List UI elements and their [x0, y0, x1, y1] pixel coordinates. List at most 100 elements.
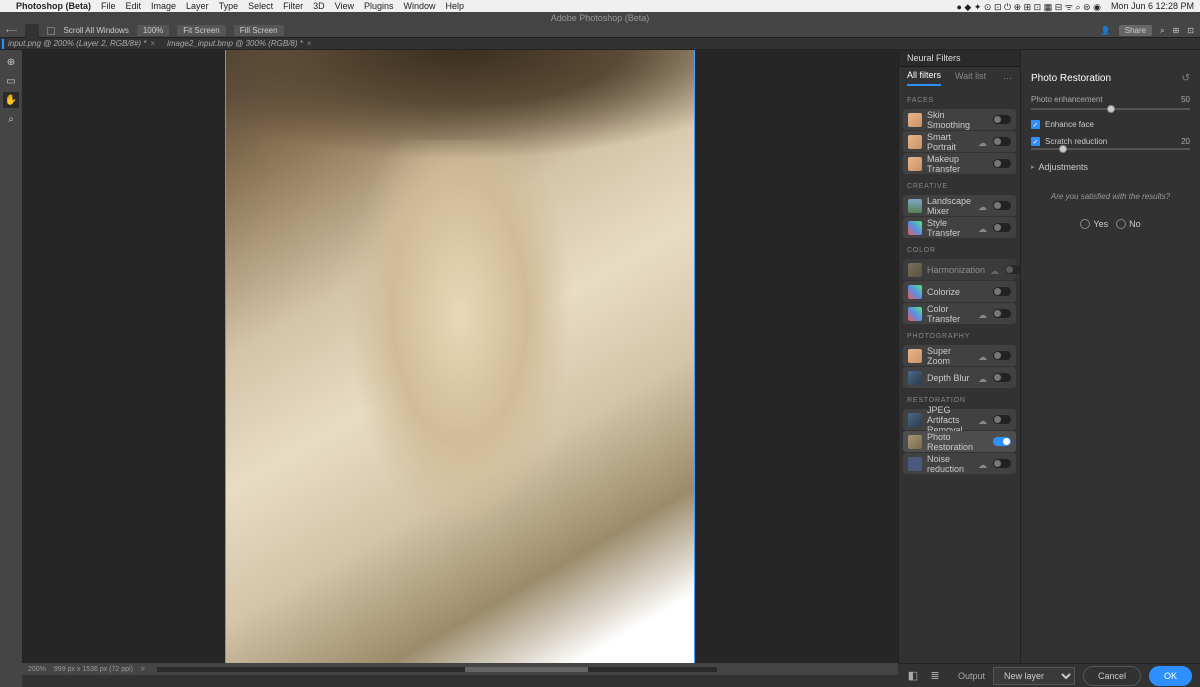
tab-all-filters[interactable]: All filters: [907, 70, 941, 86]
menu-view[interactable]: View: [335, 1, 354, 11]
search-icon[interactable]: ⌕: [1160, 26, 1164, 36]
cancel-button[interactable]: Cancel: [1083, 666, 1141, 686]
enhance-slider[interactable]: [1031, 108, 1190, 110]
cloud-icon: ☁: [978, 416, 986, 424]
filter-toggle[interactable]: [993, 287, 1011, 296]
doc-tab-1[interactable]: image2_input.bmp @ 300% (RGB/8) *×: [161, 39, 317, 48]
user-icon[interactable]: 👤: [1101, 26, 1111, 35]
menu-layer[interactable]: Layer: [186, 1, 209, 11]
filter-toggle[interactable]: [993, 309, 1011, 318]
filter-item-harmonization[interactable]: Harmonization☁: [903, 259, 1016, 280]
scroll-all-label: Scroll All Windows: [63, 26, 128, 35]
filter-toggle[interactable]: [993, 159, 1011, 168]
filter-item-color-transfer[interactable]: Color Transfer☁: [903, 303, 1016, 324]
options-bar: ⟵ Scroll All Windows 100% Fit Screen Fil…: [0, 24, 1200, 38]
filter-toggle[interactable]: [993, 201, 1011, 210]
menu-type[interactable]: Type: [219, 1, 239, 11]
reset-icon[interactable]: ↺: [1182, 73, 1190, 84]
menubar-clock[interactable]: Mon Jun 6 12:28 PM: [1111, 1, 1194, 11]
cloud-icon: ☁: [978, 374, 986, 382]
menu-file[interactable]: File: [101, 1, 116, 11]
panel-toggle-icon[interactable]: ⊡: [1187, 26, 1194, 35]
horizontal-scrollbar[interactable]: [157, 667, 717, 672]
filter-item-smart-portrait[interactable]: Smart Portrait☁: [903, 131, 1016, 152]
home-icon[interactable]: ⟵: [6, 26, 17, 35]
menu-select[interactable]: Select: [248, 1, 273, 11]
filter-toggle[interactable]: [993, 437, 1011, 446]
slider-thumb[interactable]: [1059, 145, 1067, 153]
filter-toggle[interactable]: [993, 351, 1011, 360]
filter-item-depth-blur[interactable]: Depth Blur ☁: [903, 367, 1016, 388]
zoom-percent[interactable]: 100%: [137, 25, 169, 36]
layers-icon[interactable]: ≣: [928, 669, 942, 683]
filter-name: Skin Smoothing: [927, 110, 981, 130]
share-button[interactable]: Share: [1119, 25, 1152, 36]
menu-image[interactable]: Image: [151, 1, 176, 11]
filter-name: Super Zoom: [927, 346, 973, 366]
cloud-icon: ☁: [978, 352, 986, 360]
scratch-checkbox[interactable]: ✓: [1031, 137, 1040, 146]
menu-help[interactable]: Help: [446, 1, 465, 11]
cloud-icon: ☁: [978, 138, 986, 146]
tool-move[interactable]: ⊕: [3, 54, 19, 70]
tool-hand[interactable]: ✋: [3, 92, 19, 108]
menu-edit[interactable]: Edit: [126, 1, 142, 11]
panel-menu-icon[interactable]: ⋯: [1003, 73, 1012, 84]
filter-name: Depth Blur: [927, 373, 970, 383]
macos-menubar: Photoshop (Beta) File Edit Image Layer T…: [0, 0, 1200, 12]
menu-plugins[interactable]: Plugins: [364, 1, 394, 11]
status-zoom[interactable]: 200%: [28, 666, 46, 673]
close-icon[interactable]: ×: [150, 39, 155, 48]
filter-toggle[interactable]: [993, 223, 1011, 232]
ok-button[interactable]: OK: [1149, 666, 1192, 686]
slider-thumb[interactable]: [1107, 105, 1115, 113]
scroll-all-checkbox[interactable]: [47, 27, 55, 35]
menu-window[interactable]: Window: [404, 1, 436, 11]
enhance-face-checkbox[interactable]: ✓: [1031, 120, 1040, 129]
tool-zoom[interactable]: ⌕: [3, 111, 19, 127]
filter-thumb: [908, 349, 922, 363]
canvas-area[interactable]: [22, 50, 898, 663]
filter-thumb: [908, 263, 922, 277]
tab-wait-list[interactable]: Wait list: [955, 71, 986, 85]
fill-screen-button[interactable]: Fill Screen: [234, 25, 284, 36]
preview-toggle-icon[interactable]: ◧: [906, 669, 920, 683]
filter-item-noise-reduction[interactable]: Noise reduction☁: [903, 453, 1016, 474]
chevron-right-icon: ▸: [1031, 163, 1035, 171]
scratch-slider[interactable]: [1031, 148, 1190, 150]
feedback-yes[interactable]: Yes: [1080, 219, 1108, 229]
tool-marquee[interactable]: ▭: [3, 73, 19, 89]
adjustments-accordion[interactable]: ▸ Adjustments: [1021, 156, 1200, 178]
filter-item-landscape-mixer[interactable]: Landscape Mixer☁: [903, 195, 1016, 216]
feedback-no[interactable]: No: [1116, 219, 1141, 229]
filter-item-colorize[interactable]: Colorize: [903, 281, 1016, 302]
app-name[interactable]: Photoshop (Beta): [16, 1, 91, 11]
filter-toggle[interactable]: [993, 459, 1011, 468]
filter-name: Colorize: [927, 287, 960, 297]
current-tool-icon[interactable]: [25, 24, 39, 38]
filter-toggle[interactable]: [993, 415, 1011, 424]
feedback-question: Are you satisfied with the results?: [1021, 178, 1200, 215]
menu-filter[interactable]: Filter: [283, 1, 303, 11]
output-select[interactable]: New layer: [993, 667, 1075, 685]
group-label: CREATIVE: [899, 175, 1020, 194]
filter-thumb: [908, 135, 922, 149]
filter-item-jpeg-artifacts-removal[interactable]: JPEG Artifacts Removal☁: [903, 409, 1016, 430]
fit-screen-button[interactable]: Fit Screen: [177, 25, 225, 36]
filter-item-photo-restoration[interactable]: Photo Restoration: [903, 431, 1016, 452]
status-chevron[interactable]: >: [141, 666, 145, 673]
filter-item-makeup-transfer[interactable]: Makeup Transfer: [903, 153, 1016, 174]
workspace-icon[interactable]: ⊞: [1173, 26, 1180, 35]
filter-toggle[interactable]: [1005, 265, 1020, 274]
menu-3d[interactable]: 3D: [313, 1, 325, 11]
doc-tab-0[interactable]: input.png @ 200% (Layer 2, RGB/8#) *×: [2, 39, 161, 48]
scrollbar-thumb[interactable]: [465, 667, 588, 672]
filter-toggle[interactable]: [993, 137, 1011, 146]
filter-item-style-transfer[interactable]: Style Transfer☁: [903, 217, 1016, 238]
filter-item-super-zoom[interactable]: Super Zoom ☁: [903, 345, 1016, 366]
filter-toggle[interactable]: [993, 115, 1011, 124]
left-toolbar: ⊕ ▭ ✋ ⌕: [0, 50, 22, 663]
filter-item-skin-smoothing[interactable]: Skin Smoothing: [903, 109, 1016, 130]
filter-toggle[interactable]: [993, 373, 1011, 382]
close-icon[interactable]: ×: [307, 39, 312, 48]
